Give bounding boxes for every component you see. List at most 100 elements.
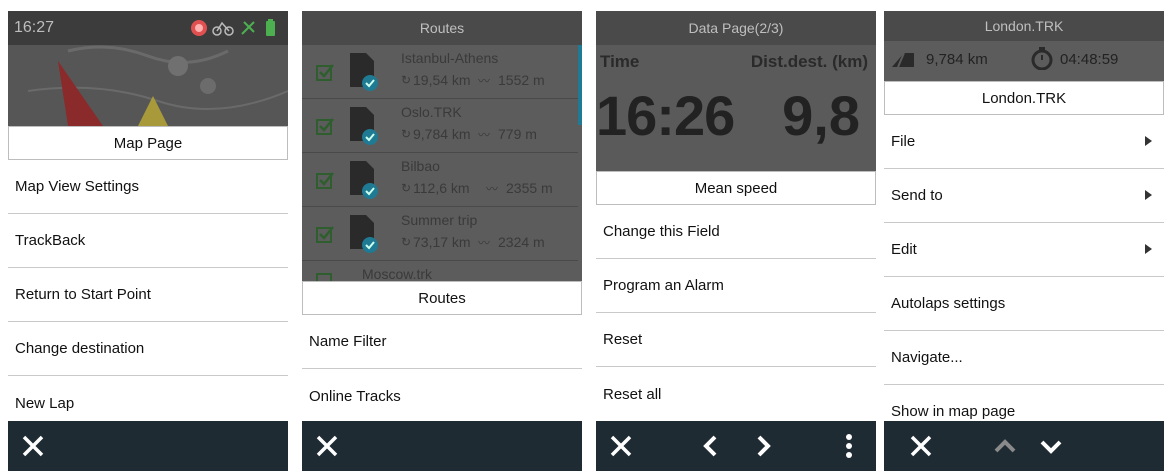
show-in-map-page-item[interactable]: Show in map page [884, 385, 1164, 421]
more-options-icon[interactable] [832, 429, 866, 463]
autolaps-settings-item[interactable]: Autolaps settings [884, 277, 1164, 331]
route-elevation-icon: 〰 [486, 182, 499, 196]
route-distance: 19,54 km [413, 72, 471, 88]
send-to-label: Send to [891, 187, 943, 204]
record-icon [191, 20, 207, 36]
route-name: Moscow.trk [362, 266, 433, 281]
route-row[interactable]: Bilbao ↻ 112,6 km 〰 2355 m [302, 153, 578, 207]
menu-header: Mean speed [596, 171, 876, 205]
route-row[interactable]: Summer trip ↻ 73,17 km 〰 2324 m [302, 207, 578, 261]
checkbox-checked-icon[interactable] [316, 63, 334, 81]
route-distance: 112,6 km [413, 180, 470, 196]
bottom-bar [596, 421, 876, 471]
return-to-start-item[interactable]: Return to Start Point [8, 268, 288, 322]
routes-list-area: Routes Istanbul-Athens ↻ 19,54 km 〰 1552… [302, 11, 582, 281]
route-distance-icon: ↻ [401, 127, 412, 141]
trackback-item[interactable]: TrackBack [8, 214, 288, 268]
checkbox-checked-icon[interactable] [316, 117, 334, 135]
chevron-down-icon[interactable] [1034, 429, 1068, 463]
close-icon[interactable] [310, 429, 344, 463]
send-to-item[interactable]: Send to [884, 169, 1164, 223]
clock-time: 16:27 [14, 19, 55, 36]
reset-all-item[interactable]: Reset all [596, 367, 876, 421]
route-elevation: 2324 m [498, 234, 545, 250]
menu-header: London.TRK [884, 81, 1164, 115]
submenu-arrow-icon [1145, 136, 1152, 146]
route-file-icon [350, 215, 378, 253]
bottom-bar [884, 421, 1164, 471]
submenu-arrow-icon [1145, 244, 1152, 254]
route-name: Oslo.TRK [401, 104, 462, 120]
route-elevation: 1552 m [498, 72, 545, 88]
route-row[interactable]: Oslo.TRK ↻ 9,784 km 〰 779 m [302, 99, 578, 153]
distance-value[interactable]: 9,8 [782, 83, 860, 148]
route-name: Istanbul-Athens [401, 50, 499, 66]
chevron-up-icon[interactable] [988, 429, 1022, 463]
data-area: Data Page(2/3) Time Dist.dest. (km) 16:2… [596, 11, 876, 171]
stopwatch-icon [1031, 47, 1053, 70]
data-field-label: Time [600, 52, 640, 71]
program-alarm-item[interactable]: Program an Alarm [596, 259, 876, 313]
route-name: Bilbao [401, 158, 440, 174]
route-elevation: 2355 m [506, 180, 553, 196]
routes-screen: Routes Istanbul-Athens ↻ 19,54 km 〰 1552… [302, 11, 582, 471]
track-distance: 9,784 km [926, 51, 988, 68]
bottom-bar [8, 421, 288, 471]
menu-header: Routes [302, 281, 582, 315]
close-icon[interactable] [16, 429, 50, 463]
file-label: File [891, 133, 916, 150]
gps-icon [241, 21, 255, 35]
status-icons [191, 19, 275, 36]
time-value[interactable]: 16:26 [596, 83, 735, 148]
route-file-icon [350, 53, 378, 91]
route-distance: 73,17 km [413, 234, 471, 250]
route-name: Summer trip [401, 212, 478, 228]
track-options-screen: London.TRK 9,784 km 04:48:59 London.TRK … [884, 11, 1164, 471]
screen-title: London.TRK [884, 11, 1164, 41]
change-field-item[interactable]: Change this Field [596, 205, 876, 259]
edit-item[interactable]: Edit [884, 223, 1164, 277]
bike-icon [212, 21, 234, 36]
track-header-area: London.TRK 9,784 km 04:48:59 [884, 11, 1164, 81]
route-distance-icon: ↻ [401, 235, 412, 249]
file-item[interactable]: File [884, 115, 1164, 169]
close-icon[interactable] [604, 429, 638, 463]
distance-icon [892, 52, 914, 68]
screen-title: Data Page(2/3) [596, 11, 876, 45]
route-distance: 9,784 km [413, 126, 471, 142]
route-elevation-icon: 〰 [478, 236, 491, 250]
screen-title: Routes [302, 11, 582, 45]
chevron-left-icon[interactable] [694, 429, 728, 463]
route-distance-icon: ↻ [401, 181, 412, 195]
online-tracks-item[interactable]: Online Tracks [302, 369, 582, 423]
menu-header: Map Page [8, 126, 288, 160]
submenu-arrow-icon [1145, 190, 1152, 200]
route-row[interactable]: Moscow.trk [302, 261, 578, 281]
route-row[interactable]: Istanbul-Athens ↻ 19,54 km 〰 1552 m [302, 45, 578, 99]
change-destination-item[interactable]: Change destination [8, 322, 288, 376]
route-file-icon [350, 161, 378, 199]
close-icon[interactable] [904, 429, 938, 463]
route-file-icon [350, 107, 378, 145]
battery-icon [266, 19, 275, 36]
navigate-item[interactable]: Navigate... [884, 331, 1164, 385]
checkbox-checked-icon[interactable] [316, 171, 334, 189]
data-field-label: Dist.dest. (km) [750, 52, 868, 71]
name-filter-item[interactable]: Name Filter [302, 315, 582, 369]
status-bar: 16:27 [8, 11, 288, 45]
route-elevation-icon: 〰 [478, 74, 491, 88]
scrollbar[interactable] [578, 45, 582, 125]
map-view-settings-item[interactable]: Map View Settings [8, 160, 288, 214]
bottom-bar [302, 421, 582, 471]
map-page-screen: 16:27 Map Page Map View Settings TrackBa… [8, 11, 288, 471]
route-distance-icon: ↻ [401, 73, 412, 87]
track-duration: 04:48:59 [1060, 51, 1119, 68]
route-elevation: 779 m [498, 126, 537, 142]
checkbox-checked-icon[interactable] [316, 225, 334, 243]
route-elevation-icon: 〰 [478, 128, 491, 142]
map-view[interactable]: 16:27 [8, 11, 288, 126]
checkbox-checked-icon[interactable] [316, 271, 334, 281]
chevron-right-icon[interactable] [746, 429, 780, 463]
reset-item[interactable]: Reset [596, 313, 876, 367]
edit-label: Edit [891, 241, 917, 258]
